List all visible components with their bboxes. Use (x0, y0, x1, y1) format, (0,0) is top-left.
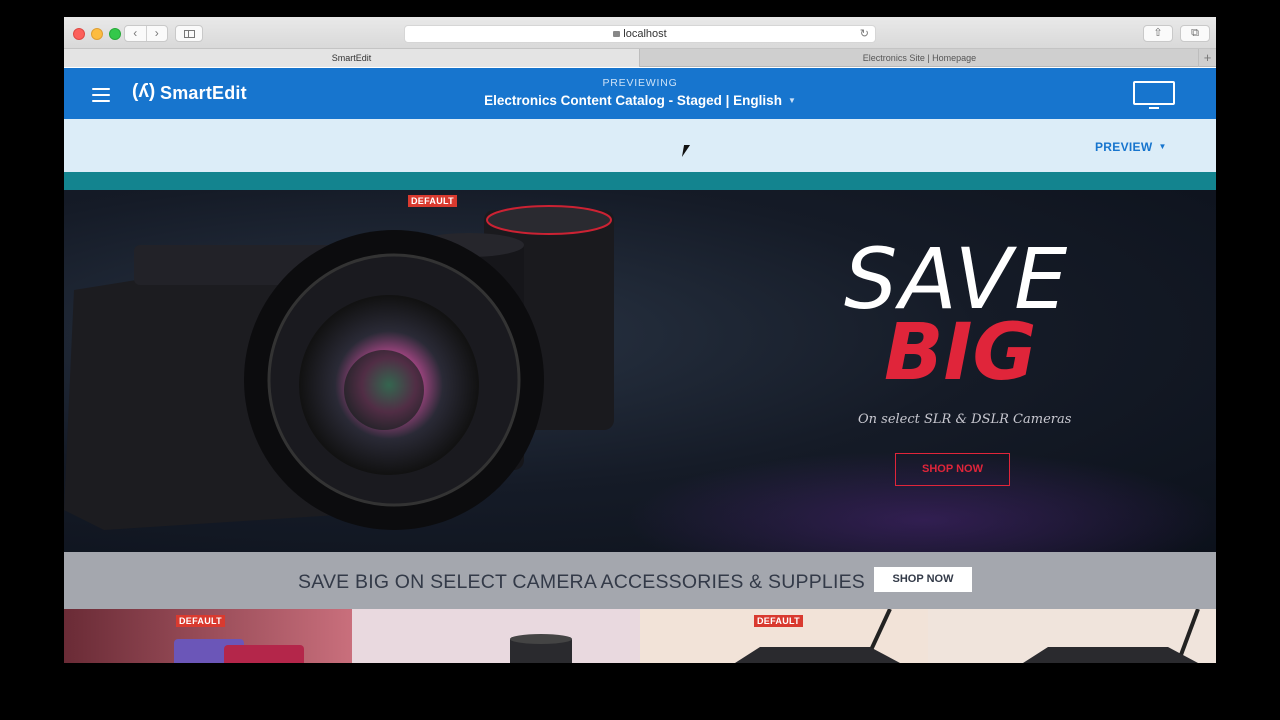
tab-overview-button[interactable]: ⧉ (1180, 25, 1210, 42)
catalog-selector[interactable]: Electronics Content Catalog - Staged | E… (64, 93, 1216, 108)
preview-mode-dropdown[interactable]: PREVIEW ▼ (1095, 140, 1167, 154)
hero-shop-now-button[interactable]: SHOP NOW (895, 453, 1010, 486)
camera-image (64, 205, 614, 530)
site-top-strip (64, 172, 1216, 190)
smartedit-header: (ʎ) SmartEdit PREVIEWING Electronics Con… (64, 68, 1216, 119)
sidebar-toggle-button[interactable] (175, 25, 203, 42)
promo-shop-now-button[interactable]: SHOP NOW (874, 567, 972, 592)
preview-label: PREVIEW (1095, 140, 1153, 154)
tab-smartedit[interactable]: SmartEdit (64, 49, 640, 67)
minimize-window-button[interactable] (91, 28, 103, 40)
default-badge: DEFAULT (176, 615, 225, 627)
lock-icon (613, 31, 621, 37)
address-bar[interactable]: localhost ↻ (404, 25, 876, 43)
hero-subtitle: On select SLR & DSLR Cameras (858, 412, 1072, 427)
default-badge: DEFAULT (408, 195, 457, 207)
promo-banner: SAVE BIG ON SELECT CAMERA ACCESSORIES & … (64, 552, 1216, 609)
sidebar-icon (184, 30, 195, 38)
tab-electronics-homepage[interactable]: Electronics Site | Homepage (641, 49, 1198, 67)
close-window-button[interactable] (73, 28, 85, 40)
catalog-label: Electronics Content Catalog - Staged | E… (484, 93, 782, 108)
tripod-camera-image (1023, 609, 1200, 663)
chevron-down-icon: ▼ (1158, 142, 1167, 151)
share-icon: ⇧ (1153, 27, 1163, 39)
product-tile[interactable] (352, 609, 640, 663)
url-text: localhost (623, 28, 667, 40)
share-button[interactable]: ⇧ (1143, 25, 1173, 42)
tab-strip: SmartEdit Electronics Site | Homepage + (64, 49, 1216, 67)
preview-toolbar: PREVIEW ▼ (64, 119, 1216, 172)
product-tile[interactable]: DEFAULT (640, 609, 928, 663)
new-tab-button[interactable]: + (1198, 49, 1216, 67)
maximize-window-button[interactable] (109, 28, 121, 40)
device-monitor-icon[interactable] (1133, 81, 1175, 109)
forward-icon[interactable]: › (147, 26, 168, 41)
browser-window: ‹ › localhost ↻ ⇧ ⧉ SmartEdit Electronic… (64, 17, 1216, 663)
reload-icon[interactable]: ↻ (860, 26, 869, 42)
default-badge: DEFAULT (754, 615, 803, 627)
chevron-down-icon: ▼ (787, 96, 796, 105)
previewing-label: PREVIEWING (602, 77, 678, 89)
history-nav: ‹ › (124, 25, 168, 42)
product-tile[interactable]: DEFAULT (64, 609, 352, 663)
promo-banner-text: SAVE BIG ON SELECT CAMERA ACCESSORIES & … (298, 571, 865, 593)
product-tile[interactable] (928, 609, 1216, 663)
hero-banner[interactable]: DEFAULT SAVE BIG On select SLR & DSLR Ca… (64, 190, 1216, 552)
hero-headline-big: BIG (884, 308, 1037, 398)
browser-titlebar: ‹ › localhost ↻ ⇧ ⧉ (64, 17, 1216, 49)
lens-image (510, 634, 572, 663)
back-icon[interactable]: ‹ (125, 26, 147, 41)
tabs-icon: ⧉ (1191, 27, 1199, 39)
